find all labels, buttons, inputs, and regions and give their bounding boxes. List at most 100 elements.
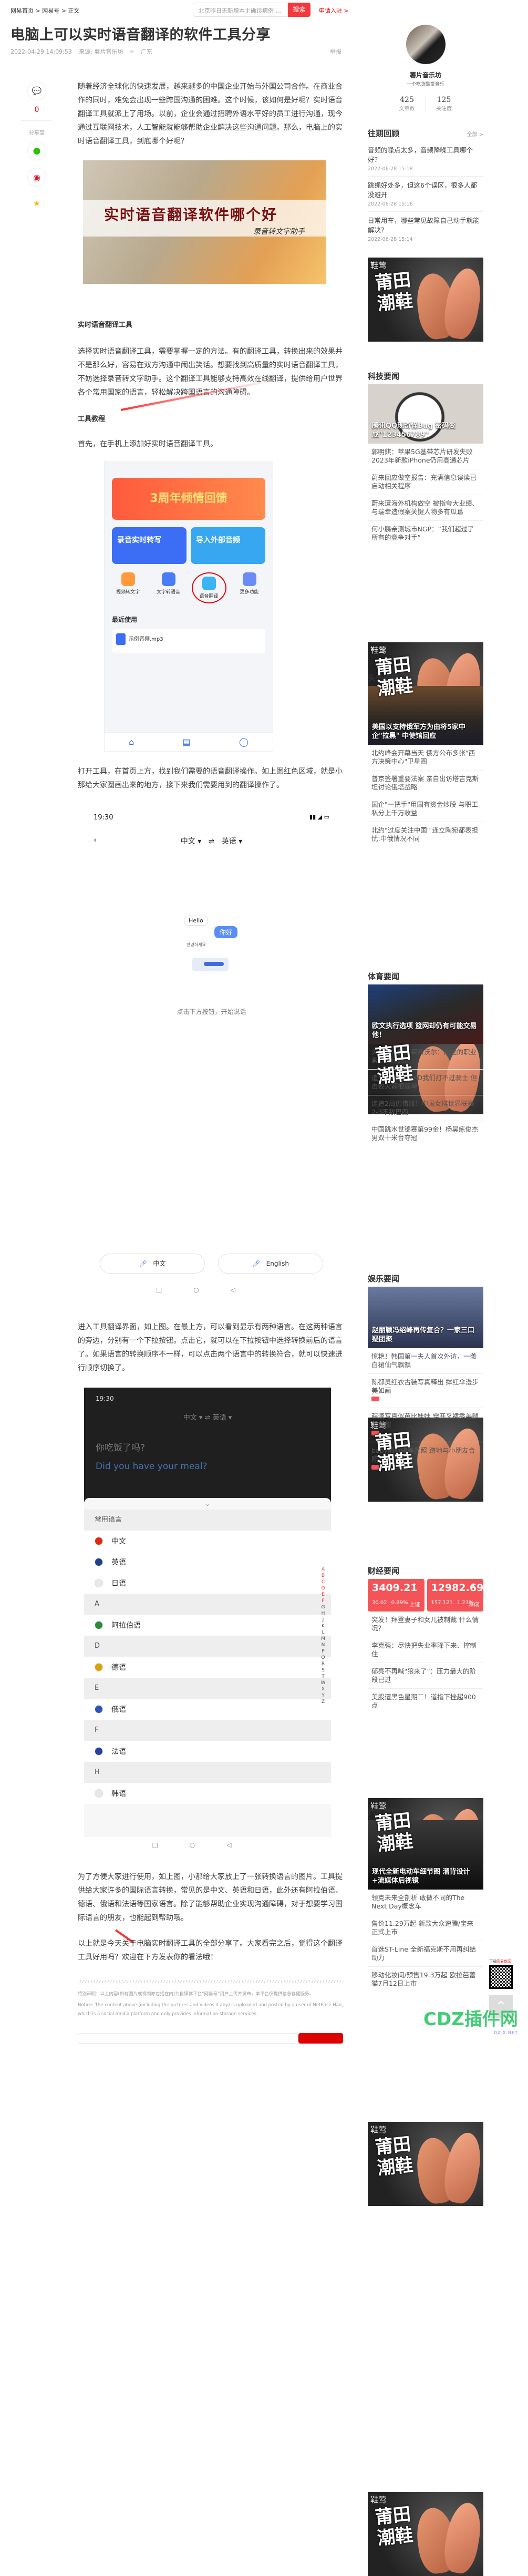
alphabet-index-letter[interactable]: E — [320, 1592, 326, 1598]
news-item[interactable]: 突发！拜登妻子和女儿被制裁 什么情况？ — [368, 1612, 483, 1637]
language-option[interactable]: 阿拉伯语 — [84, 1615, 331, 1636]
article-source[interactable]: 来源: 薯片音乐坊 — [79, 48, 123, 55]
alphabet-index-letter[interactable]: M — [320, 1636, 326, 1642]
past-article-title[interactable]: 日常用车，哪些常见故障自己动手就能解决？ — [368, 216, 483, 235]
favorite-star-icon[interactable]: ★ — [27, 194, 46, 213]
language-option[interactable]: 德语 — [84, 1657, 331, 1678]
news-item[interactable]: 国企"一把手"用国有资金炒股 与职工私分上千万收益 — [368, 796, 483, 822]
language-option[interactable]: 日语 — [84, 1573, 331, 1594]
news-item[interactable]: 北约峰会开幕当天 俄方公布多张"西方决策中心"卫星图 — [368, 745, 483, 771]
alphabet-index-letter[interactable]: S — [320, 1667, 326, 1674]
news-item[interactable]: 陈都灵红衣古装写真释出 撑红伞漫步美如画 — [368, 1374, 483, 1408]
alphabet-index-letter[interactable]: D — [320, 1585, 326, 1592]
alphabet-index-letter[interactable]: T — [320, 1674, 326, 1680]
stock-index-card[interactable]: 3409.21 ⬆ 30.02 0.89% 上证 — [368, 1579, 425, 1612]
news-item[interactable]: 领克未来全剖析 敢做不同的The Next Day概念车 — [368, 1890, 483, 1915]
news-title[interactable]: 郁亮不再喊"狼来了"：压力最大的阶段已过 — [371, 1667, 480, 1684]
report-link[interactable]: 举报 — [330, 47, 341, 56]
news-item[interactable]: 移动化妆间/预售19.3万起 欧拉芭蕾猫7月12日上市 — [368, 1967, 483, 1992]
ad-banner[interactable]: 鞋莺莆田潮鞋 — [368, 258, 483, 342]
news-title[interactable]: 领克未来全剖析 敢做不同的The Next Day概念车 — [371, 1894, 480, 1911]
language-option[interactable]: 英语 — [84, 1552, 331, 1573]
past-article-item[interactable]: 跳绳好处多，但这6个误区，很多人都没避开 2022-06-28 15:16 — [368, 177, 483, 212]
alphabet-index-letter[interactable]: A — [320, 1566, 326, 1573]
news-item[interactable]: 首选ST-Line 全新福克斯不用再纠结动力 — [368, 1941, 483, 1967]
ad-banner[interactable]: 鞋莺莆田潮鞋 — [368, 2122, 483, 2206]
news-title[interactable]: 国企"一把手"用国有资金炒股 与职工私分上千万收益 — [371, 800, 480, 817]
headline-image[interactable]: 欧文执行选项 篮网却仍有可能交易他！ — [368, 984, 483, 1044]
past-article-item[interactable]: 音频的噪点太多，音频降噪工具哪个好？ 2022-06-28 15:18 — [368, 141, 483, 177]
alphabet-index-letter[interactable]: K — [320, 1623, 326, 1629]
news-title[interactable]: 惊艳！韩国第一夫人首次外访，一袭白裙仙气飘飘 — [371, 1352, 480, 1369]
news-title[interactable]: 北约"过度关注中国" 连立陶宛都表担忧:中俄情况不同 — [371, 826, 480, 843]
search-button[interactable]: 搜索 — [288, 3, 310, 17]
news-title[interactable]: 移动化妆间/预售19.3万起 欧拉芭蕾猫7月12日上市 — [371, 1971, 480, 1988]
news-title[interactable]: 中国跳水世锦赛第99金！杨昊练俊杰男双十米台夺冠 — [371, 1125, 480, 1142]
news-item[interactable]: 美股遭黑色星期二！道指下挫超900点 — [368, 1689, 483, 1714]
headline-image[interactable]: 赵丽颖冯绍峰再传复合？一家三口疑团聚 — [368, 1287, 483, 1348]
headline-image[interactable]: 腾讯QQ现奇怪Bug 密码变成"123456789" — [368, 384, 483, 444]
alphabet-index-letter[interactable]: P — [320, 1648, 326, 1655]
alphabet-index-letter[interactable]: B — [320, 1573, 326, 1579]
chevron-down-icon[interactable]: ⌄ — [84, 1498, 331, 1510]
view-all-link[interactable]: 全部 > — [467, 130, 483, 138]
news-item[interactable]: 售价11.29万起 新款大众速腾/宝来正式上市 — [368, 1915, 483, 1941]
news-title[interactable]: 蔚来遭海外机构做空 被指夸大业绩、与瑞幸造假案关键人物多有瓜葛 — [371, 499, 480, 516]
news-item[interactable]: 普京签署重要法案 亲自出访塔吉克斯坦讨论俄塔战略 — [368, 771, 483, 796]
headline-caption[interactable]: 腾讯QQ现奇怪Bug 密码变成"123456789" — [372, 422, 479, 439]
news-item[interactable]: 惊艳！韩国第一夫人首次外访，一袭白裙仙气飘飘 — [368, 1348, 483, 1374]
alphabet-index-letter[interactable]: G — [320, 1604, 326, 1610]
news-item[interactable]: 北约"过度关注中国" 连立陶宛都表担忧:中俄情况不同 — [368, 822, 483, 847]
comment-input[interactable] — [78, 2033, 298, 2044]
news-item[interactable]: 中国跳水世锦赛第99金！杨昊练俊杰男双十米台夺冠 — [368, 1121, 483, 1146]
alphabet-index-letter[interactable]: Q — [320, 1655, 326, 1661]
headline-caption[interactable]: 现代全新电动车细节图 溜背设计+流媒体后视镜 — [372, 1867, 479, 1885]
alphabet-index-letter[interactable]: Z — [320, 1699, 326, 1705]
avatar[interactable] — [406, 25, 446, 64]
news-title[interactable]: 北约峰会开幕当天 俄方公布多张"西方决策中心"卫星图 — [371, 749, 480, 766]
alphabet-index-letter[interactable]: F — [320, 1598, 326, 1604]
news-item[interactable]: 李克强：尽快把失业率降下来、控制住 — [368, 1637, 483, 1663]
apply-link[interactable]: 申请入驻 > — [319, 6, 349, 15]
search-input[interactable]: 北京昨日无新增本土确诊病例 ... — [193, 3, 288, 17]
alphabet-index-letter[interactable]: J — [320, 1617, 326, 1623]
comment-submit-button[interactable] — [298, 2033, 343, 2044]
alphabet-index-letter[interactable]: H — [320, 1610, 326, 1617]
weibo-icon[interactable]: ◉ — [27, 168, 46, 187]
news-title[interactable]: 突发！拜登妻子和女儿被制裁 什么情况？ — [371, 1616, 480, 1633]
alphabet-index-letter[interactable]: Y — [320, 1692, 326, 1699]
news-title[interactable]: 连追2局仍惜败！中国女排世界联赛2-3不敌巴西 — [371, 1100, 480, 1116]
news-title[interactable]: 普京签署重要法案 亲自出访塔吉克斯坦讨论俄塔战略 — [371, 775, 480, 792]
headline-caption[interactable]: 美国以支持俄军方为由将5家中企"拉黑" 中使馆回应 — [372, 723, 479, 741]
headline-caption[interactable]: 欧文执行选项 篮网却仍有可能交易他！ — [372, 1022, 479, 1040]
alphabet-index-letter[interactable]: N — [320, 1642, 326, 1648]
news-title[interactable]: 郭明錤：苹果5G基带芯片研发失败 2023年新款iPhone仍用高通芯片 — [371, 448, 480, 465]
alphabet-index-letter[interactable]: R — [320, 1661, 326, 1667]
author-name[interactable]: 薯片音乐坊 — [368, 70, 483, 79]
wechat-icon[interactable]: ● — [27, 141, 46, 160]
news-item[interactable]: 郭明錤：苹果5G基带芯片研发失败 2023年新款iPhone仍用高通芯片 — [368, 444, 483, 469]
stock-index-card[interactable]: 12982.69 ⬆ 157.121 1.23% 深成 — [427, 1579, 483, 1612]
alphabet-index-letter[interactable]: L — [320, 1629, 326, 1636]
ad-banner[interactable]: 鞋莺莆田潮鞋 — [368, 2492, 483, 2576]
news-title[interactable]: 何小鹏亲测城市NGP：“我们超过了所有的竞争对手” — [371, 525, 480, 542]
alphabet-index-letter[interactable]: X — [320, 1686, 326, 1692]
news-title[interactable]: 首选ST-Line 全新福克斯不用再纠结动力 — [371, 1945, 480, 1962]
news-item[interactable]: 郁亮不再喊"狼来了"：压力最大的阶段已过 — [368, 1663, 483, 1689]
language-option[interactable]: 中文 — [84, 1531, 331, 1552]
news-item[interactable]: 蔚来回应做空报告：充满信息误读已启动相关程序 — [368, 469, 483, 495]
past-article-title[interactable]: 跳绳好处多，但这6个误区，很多人都没避开 — [368, 181, 483, 200]
language-option[interactable]: 韩语 — [84, 1783, 331, 1804]
past-article-title[interactable]: 音频的噪点太多，音频降噪工具哪个好？ — [368, 146, 483, 165]
news-title[interactable]: 蔚来回应做空报告：充满信息误读已启动相关程序 — [371, 474, 480, 490]
alphabet-index-letter[interactable]: C — [320, 1579, 326, 1585]
headline-caption[interactable]: 赵丽颖冯绍峰再传复合？一家三口疑团聚 — [372, 1326, 479, 1344]
news-item[interactable]: 连追2局仍惜败！中国女排世界联赛2-3不敌巴西 — [368, 1095, 483, 1121]
past-article-item[interactable]: 日常用车，哪些常见故障自己动手就能解决？ 2022-06-28 15:14 — [368, 212, 483, 247]
news-title[interactable]: 李克强：尽快把失业率降下来、控制住 — [371, 1641, 480, 1658]
language-option[interactable]: 俄语 — [84, 1699, 331, 1720]
news-title[interactable]: 程潇写真似芭比娃娃 穿开叉裙秀美腿笑容甜 — [371, 1412, 480, 1429]
news-item[interactable]: 蔚来遭海外机构做空 被指夸大业绩、与瑞幸造假案关键人物多有瓜葛 — [368, 495, 483, 521]
news-title[interactable]: 陈都灵红衣古装写真释出 撑红伞漫步美如画 — [371, 1378, 480, 1395]
comment-icon[interactable]: 💬 — [27, 81, 46, 100]
